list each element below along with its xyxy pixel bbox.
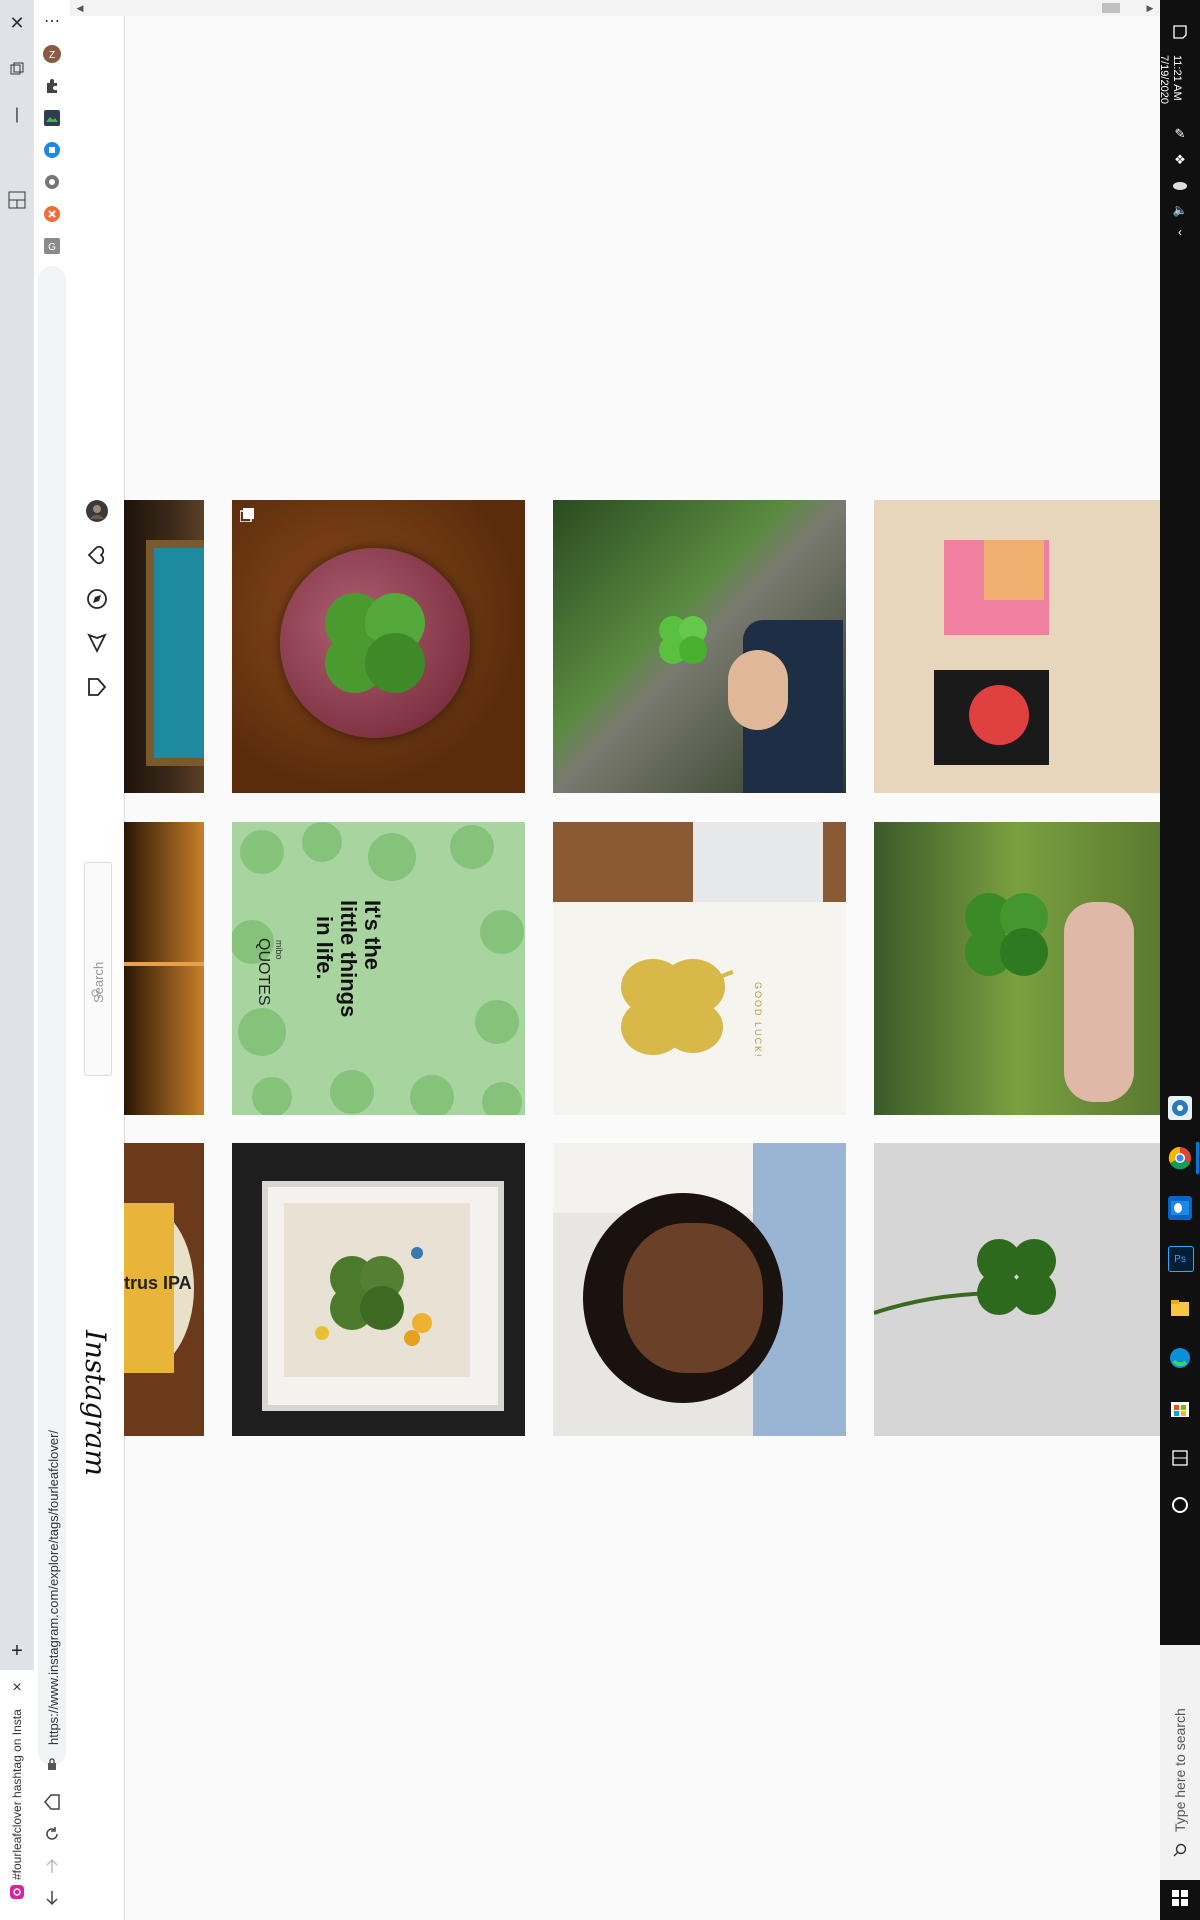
- photo-tile-frame[interactable]: [232, 1143, 525, 1436]
- card-text: GOOD LUCK!: [753, 982, 763, 1059]
- extension-blue-icon[interactable]: [41, 139, 63, 161]
- chrome-icon[interactable]: [1168, 1146, 1192, 1170]
- tab-title: #fourleafclover hashtag on Insta: [10, 1709, 24, 1880]
- show-hidden-icons-icon[interactable]: ‹: [1170, 222, 1190, 242]
- minimize-icon[interactable]: |: [6, 104, 28, 126]
- cortana-icon[interactable]: [1168, 1493, 1192, 1517]
- app-snip-icon[interactable]: [1168, 1096, 1192, 1120]
- horizontal-scrollbar[interactable]: [70, 0, 1160, 16]
- extension-orange-icon[interactable]: [41, 203, 63, 225]
- extension-image-icon[interactable]: [41, 107, 63, 129]
- task-view-icon[interactable]: [1168, 1446, 1192, 1470]
- quote-line-3: in life.: [312, 916, 337, 980]
- quote-brand-small: mibo: [274, 940, 284, 960]
- notifications-icon[interactable]: [1168, 20, 1192, 44]
- lock-icon[interactable]: [42, 1754, 62, 1774]
- edge-icon[interactable]: [1168, 1346, 1192, 1370]
- active-app-indicator: [1196, 1142, 1199, 1174]
- scroll-left-icon[interactable]: ◀: [74, 2, 86, 14]
- store-icon[interactable]: [1168, 1396, 1192, 1420]
- scroll-right-icon[interactable]: ▶: [1144, 2, 1156, 14]
- extension-circle-icon[interactable]: [41, 171, 63, 193]
- back-icon[interactable]: [40, 1886, 64, 1910]
- photo-tile-portrait[interactable]: [553, 1143, 846, 1436]
- photo-tile-partial[interactable]: trus IPA: [124, 1143, 204, 1436]
- forward-icon[interactable]: [40, 1854, 64, 1878]
- windows-start-icon[interactable]: [1168, 1886, 1192, 1910]
- multiple-photos-icon: [238, 506, 256, 524]
- home-feed-icon[interactable]: [84, 674, 110, 700]
- new-tab-button[interactable]: +: [6, 1640, 28, 1662]
- instagram-favicon-icon: [7, 1882, 27, 1902]
- volume-icon[interactable]: 🔈: [1170, 200, 1190, 220]
- explore-compass-icon[interactable]: [84, 586, 110, 612]
- tab-actions-icon[interactable]: [6, 58, 28, 80]
- heart-icon[interactable]: [84, 542, 110, 568]
- svg-text:G: G: [48, 242, 56, 253]
- photo-tile-hand-clover[interactable]: [874, 822, 1160, 1115]
- photo-tile-cube[interactable]: [874, 500, 1160, 793]
- scrollbar-thumb[interactable]: [1102, 3, 1120, 13]
- vertical-tabs-icon[interactable]: [3, 186, 31, 214]
- svg-text:Ps: Ps: [1174, 1254, 1186, 1265]
- reload-icon[interactable]: [40, 1822, 64, 1846]
- quote-brand: QUOTES: [255, 938, 272, 1006]
- dropbox-icon[interactable]: ❖: [1170, 150, 1190, 170]
- clock-time[interactable]: 11:21 AM: [1171, 55, 1183, 101]
- photo-tile-clover-white[interactable]: [874, 1143, 1160, 1436]
- tab-strip: [0, 0, 34, 1920]
- quote-line-1: It's the: [360, 900, 385, 971]
- file-explorer-icon[interactable]: [1168, 1296, 1192, 1320]
- photo-tile-card[interactable]: GOOD LUCK!: [553, 822, 846, 1115]
- taskbar-search-icon: [1170, 1840, 1190, 1860]
- extension-gray-icon[interactable]: G: [41, 235, 63, 257]
- instagram-logo[interactable]: Instagram: [79, 1330, 112, 1476]
- svg-text:Z: Z: [49, 50, 55, 61]
- clock-date[interactable]: 7/19/2020: [1158, 55, 1170, 104]
- search-icon: [88, 986, 104, 1002]
- extensions-icon[interactable]: [41, 75, 63, 97]
- beer-label-text: trus IPA: [124, 1273, 192, 1293]
- quote-line-2: little things: [336, 900, 361, 1018]
- photo-tile-partial[interactable]: [124, 500, 204, 793]
- taskbar-search-placeholder: Type here to search: [1172, 1708, 1188, 1832]
- home-icon[interactable]: [40, 1790, 64, 1814]
- direct-message-icon[interactable]: [84, 630, 110, 656]
- close-window-icon[interactable]: ✕: [6, 12, 28, 34]
- photo-tile-path-clover[interactable]: [553, 500, 846, 793]
- photo-tile-partial[interactable]: [124, 822, 204, 1115]
- profile-avatar[interactable]: Z: [41, 43, 63, 65]
- more-menu-icon[interactable]: ⋯: [41, 10, 63, 32]
- photo-tile-paperweight[interactable]: [232, 500, 525, 793]
- photoshop-icon[interactable]: Ps: [1168, 1246, 1194, 1272]
- outlook-icon[interactable]: [1168, 1196, 1192, 1220]
- onedrive-icon[interactable]: [1170, 175, 1190, 195]
- profile-avatar-icon[interactable]: [84, 498, 110, 524]
- url-text[interactable]: https://www.instagram.com/explore/tags/f…: [46, 1430, 61, 1745]
- pen-icon[interactable]: ✎: [1170, 124, 1190, 144]
- windows-taskbar: [1160, 0, 1200, 1920]
- photo-tile-quote[interactable]: It's the little things in life. mibo QUO…: [232, 822, 525, 1115]
